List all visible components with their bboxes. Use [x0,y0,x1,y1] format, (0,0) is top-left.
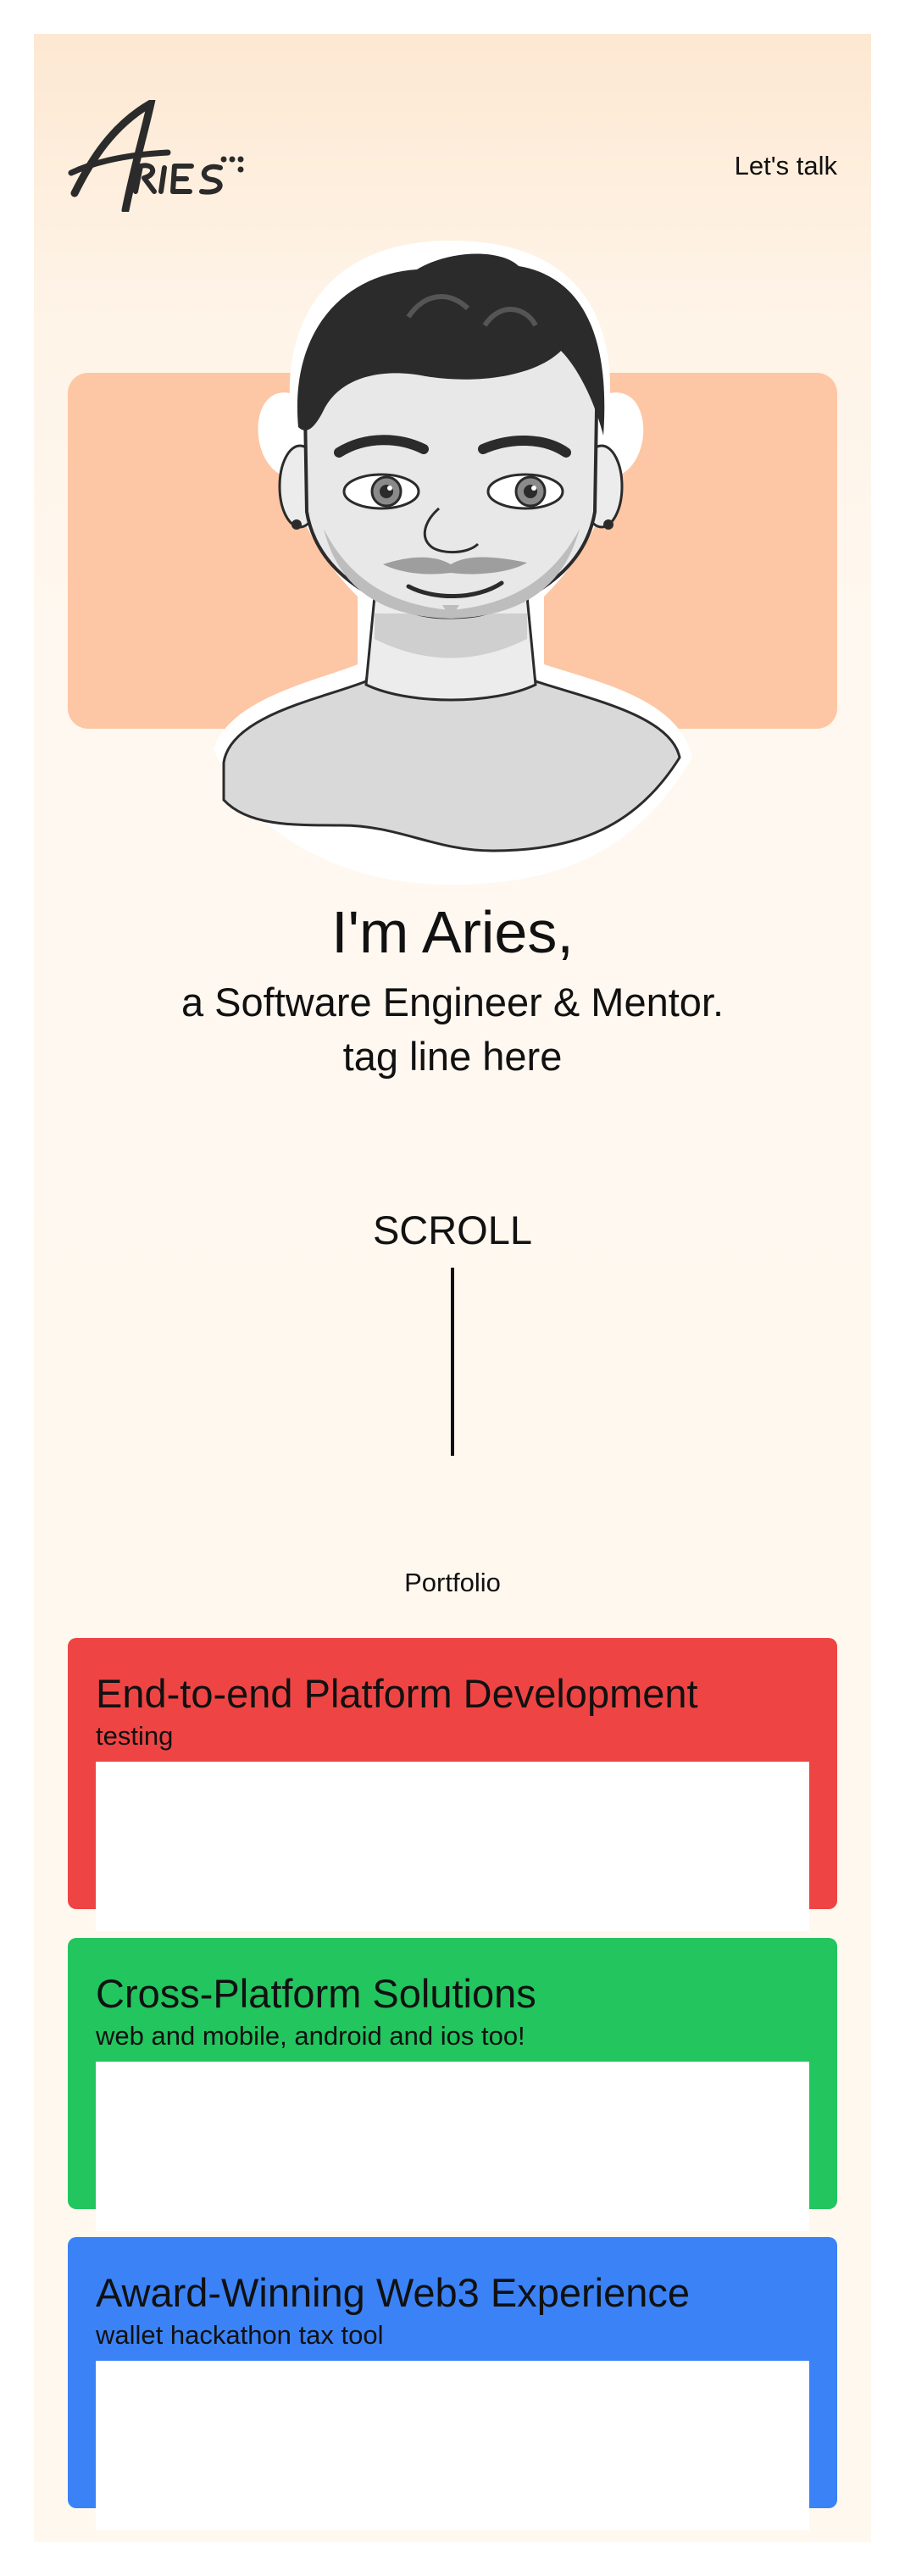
avatar-illustration [197,241,708,885]
lets-talk-link[interactable]: Let's talk [735,151,837,181]
hero-title: I'm Aries, [331,899,574,965]
portfolio-card-title: Cross-Platform Solutions [96,1971,536,2016]
portfolio-card-web3[interactable]: Award-Winning Web3 Experience wallet hac… [68,2237,837,2530]
portfolio-card-cross-platform[interactable]: Cross-Platform Solutions web and mobile,… [68,1938,837,2231]
scroll-indicator-label[interactable]: SCROLL [34,1205,871,1256]
aries-logo[interactable] [66,95,249,214]
page-container: Let's talk I'm Aries, a Software Enginee… [34,34,871,2542]
portfolio-card-preview [96,1762,809,1931]
portfolio-card-preview [96,2361,809,2530]
portfolio-card-platform-development[interactable]: End-to-end Platform Development testing [68,1638,837,1931]
portfolio-heading: Portfolio [404,1568,501,1597]
portfolio-card-description: testing [96,1721,174,1751]
scroll-indicator-line [451,1268,454,1456]
hero-tagline: tag line here [342,1034,563,1079]
hero-subtitle: a Software Engineer & Mentor. [180,980,725,1024]
portfolio-card-preview [96,2062,809,2231]
portfolio-card-title: Award-Winning Web3 Experience [96,2270,691,2315]
portfolio-card-description: web and mobile, android and ios too! [96,2021,525,2051]
portfolio-card-title: End-to-end Platform Development [96,1671,698,1716]
portfolio-card-description: wallet hackathon tax tool [96,2320,384,2350]
aries-logo-mark [68,95,244,214]
